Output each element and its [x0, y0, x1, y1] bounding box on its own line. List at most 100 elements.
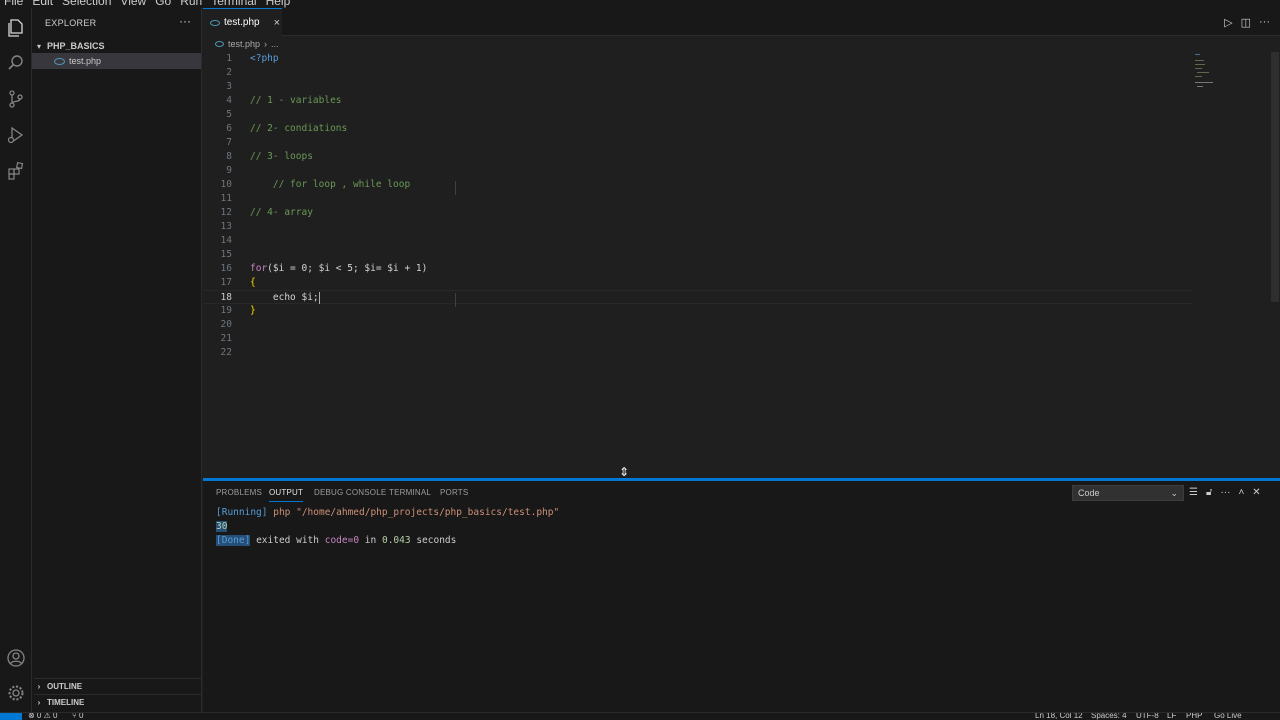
outline-section[interactable]: › OUTLINE	[34, 678, 202, 694]
line-number: 21	[220, 333, 232, 344]
code-line[interactable]: 4 // 1 - variables	[203, 94, 1193, 108]
line-number: 6	[226, 123, 232, 134]
breadcrumb-file[interactable]: test.php	[228, 39, 260, 49]
php-file-icon	[54, 57, 65, 65]
more-actions-icon[interactable]: ···	[1220, 487, 1230, 498]
file-test-php[interactable]: test.php	[32, 53, 201, 69]
code-line[interactable]: 8 // 3- loops	[203, 150, 1193, 164]
more-actions-icon[interactable]: ···	[1259, 16, 1270, 29]
editor-scrollbar[interactable]	[1271, 52, 1279, 302]
tab-debug-console[interactable]: DEBUG CONSOLE	[314, 488, 386, 497]
code-line[interactable]: 5	[203, 108, 1193, 122]
tab-output[interactable]: OUTPUT	[269, 488, 304, 502]
maximize-panel-icon[interactable]: ˄	[1238, 487, 1244, 498]
accounts-icon[interactable]	[6, 648, 26, 668]
menu-edit[interactable]: Edit	[32, 0, 53, 8]
code-line[interactable]: 12 // 4- array	[203, 206, 1193, 220]
code-editor[interactable]: 1 <?php 2 3 4 // 1 - variables 5 6 // 2- condiat…	[203, 52, 1280, 478]
timeline-section[interactable]: › TIMELINE	[34, 694, 202, 710]
code-line[interactable]: 3	[203, 80, 1193, 94]
encoding[interactable]: UTF-8	[1136, 713, 1159, 720]
end-of-line[interactable]: LF	[1167, 713, 1176, 720]
search-icon[interactable]	[6, 53, 26, 73]
done-text: seconds	[416, 535, 457, 546]
language-mode[interactable]: PHP	[1186, 713, 1202, 720]
code-line[interactable]: 20	[203, 318, 1193, 332]
code-line[interactable]: 16 for($i = 0; $i < 5; $i= $i + 1)	[203, 262, 1193, 276]
more-actions-icon[interactable]: ···	[179, 14, 191, 28]
code-line[interactable]: 10 // for loop , while loop	[203, 178, 1193, 192]
tab-terminal[interactable]: TERMINAL	[389, 488, 431, 497]
code-line[interactable]: 19}	[203, 304, 1193, 318]
activity-bar	[0, 8, 32, 712]
close-panel-icon[interactable]: ✕	[1252, 487, 1260, 498]
explorer-title: EXPLORER	[45, 18, 97, 28]
chevron-right-icon: ›	[37, 682, 41, 691]
line-number: 9	[226, 165, 232, 176]
tab-ports[interactable]: PORTS	[440, 488, 468, 497]
close-icon[interactable]: ×	[274, 17, 280, 29]
tab-test-php[interactable]: test.php ×	[203, 8, 282, 36]
menu-selection[interactable]: Selection	[62, 0, 111, 8]
code-line[interactable]: 1 <?php	[203, 52, 1193, 66]
ports-count[interactable]: ⑂ 0	[72, 713, 83, 720]
line-code: // 2- condiations	[250, 123, 348, 134]
code-line[interactable]: 6 // 2- condiations	[203, 122, 1193, 136]
breadcrumb-rest[interactable]: ...	[271, 39, 279, 49]
source-control-icon[interactable]	[6, 89, 26, 109]
status-bar: ⊗ 0 ⚠ 0 ⑂ 0 Ln 18, Col 12 Spaces: 4 UTF-…	[0, 712, 1280, 720]
line-number: 14	[220, 235, 232, 246]
code-line[interactable]: 18 echo $i;	[203, 290, 1193, 304]
menu-view[interactable]: View	[120, 0, 146, 8]
text-cursor	[318, 291, 320, 304]
chevron-right-icon: ›	[37, 698, 41, 707]
output-result-line: 30	[216, 520, 228, 534]
lock-icon[interactable]: 🔓︎	[1206, 487, 1212, 498]
code-line[interactable]: 15	[203, 248, 1193, 262]
code-line[interactable]: 13	[203, 220, 1193, 234]
code-line[interactable]: 2	[203, 66, 1193, 80]
line-number: 3	[226, 81, 232, 92]
menu-go[interactable]: Go	[155, 0, 171, 8]
tab-problems[interactable]: PROBLEMS	[216, 488, 262, 497]
line-code: <?php	[250, 53, 279, 64]
output-channel-select[interactable]: Code ⌄	[1072, 485, 1184, 501]
run-icon[interactable]: ▷	[1224, 16, 1232, 29]
done-text: in	[364, 535, 377, 546]
problems-count[interactable]: ⊗ 0 ⚠ 0	[28, 713, 57, 720]
explorer-icon[interactable]	[6, 18, 26, 38]
line-number: 20	[220, 319, 232, 330]
indent-guide	[455, 293, 456, 307]
clear-output-icon[interactable]: ☰	[1189, 487, 1198, 498]
line-code: // 1 - variables	[250, 95, 342, 106]
file-label: test.php	[69, 56, 102, 66]
go-live-button[interactable]: Go Live	[1214, 713, 1242, 720]
menu-run[interactable]: Run	[180, 0, 202, 8]
split-editor-icon[interactable]: ◫	[1241, 16, 1251, 29]
code-line[interactable]: 21	[203, 332, 1193, 346]
remote-indicator-icon[interactable]	[0, 713, 22, 720]
line-number: 22	[220, 347, 232, 358]
code-line[interactable]: 7	[203, 136, 1193, 150]
code-line[interactable]: 11	[203, 192, 1193, 206]
code-line[interactable]: 9	[203, 164, 1193, 178]
menu-help[interactable]: Help	[266, 0, 291, 8]
cursor-position[interactable]: Ln 18, Col 12	[1035, 713, 1083, 720]
code-line[interactable]: 14	[203, 234, 1193, 248]
menu-terminal[interactable]: Terminal	[211, 0, 256, 8]
code-line[interactable]: 22	[203, 346, 1193, 360]
minimap[interactable]	[1195, 52, 1235, 92]
menu-file[interactable]: File	[4, 0, 23, 8]
indentation[interactable]: Spaces: 4	[1091, 713, 1127, 720]
code-line[interactable]: 17 {	[203, 276, 1193, 290]
bottom-panel: PROBLEMS OUTPUT DEBUG CONSOLE TERMINAL P…	[203, 481, 1280, 712]
folder-php-basics[interactable]: ▾ PHP_BASICS	[34, 38, 202, 54]
folder-label: PHP_BASICS	[47, 41, 105, 51]
line-number: 19	[220, 305, 232, 316]
line-code: {	[250, 277, 256, 288]
settings-gear-icon[interactable]	[6, 683, 26, 703]
elapsed-time: 0.043	[381, 535, 411, 546]
line-number: 4	[226, 95, 232, 106]
run-debug-icon[interactable]	[6, 125, 26, 145]
extensions-icon[interactable]	[6, 161, 26, 181]
